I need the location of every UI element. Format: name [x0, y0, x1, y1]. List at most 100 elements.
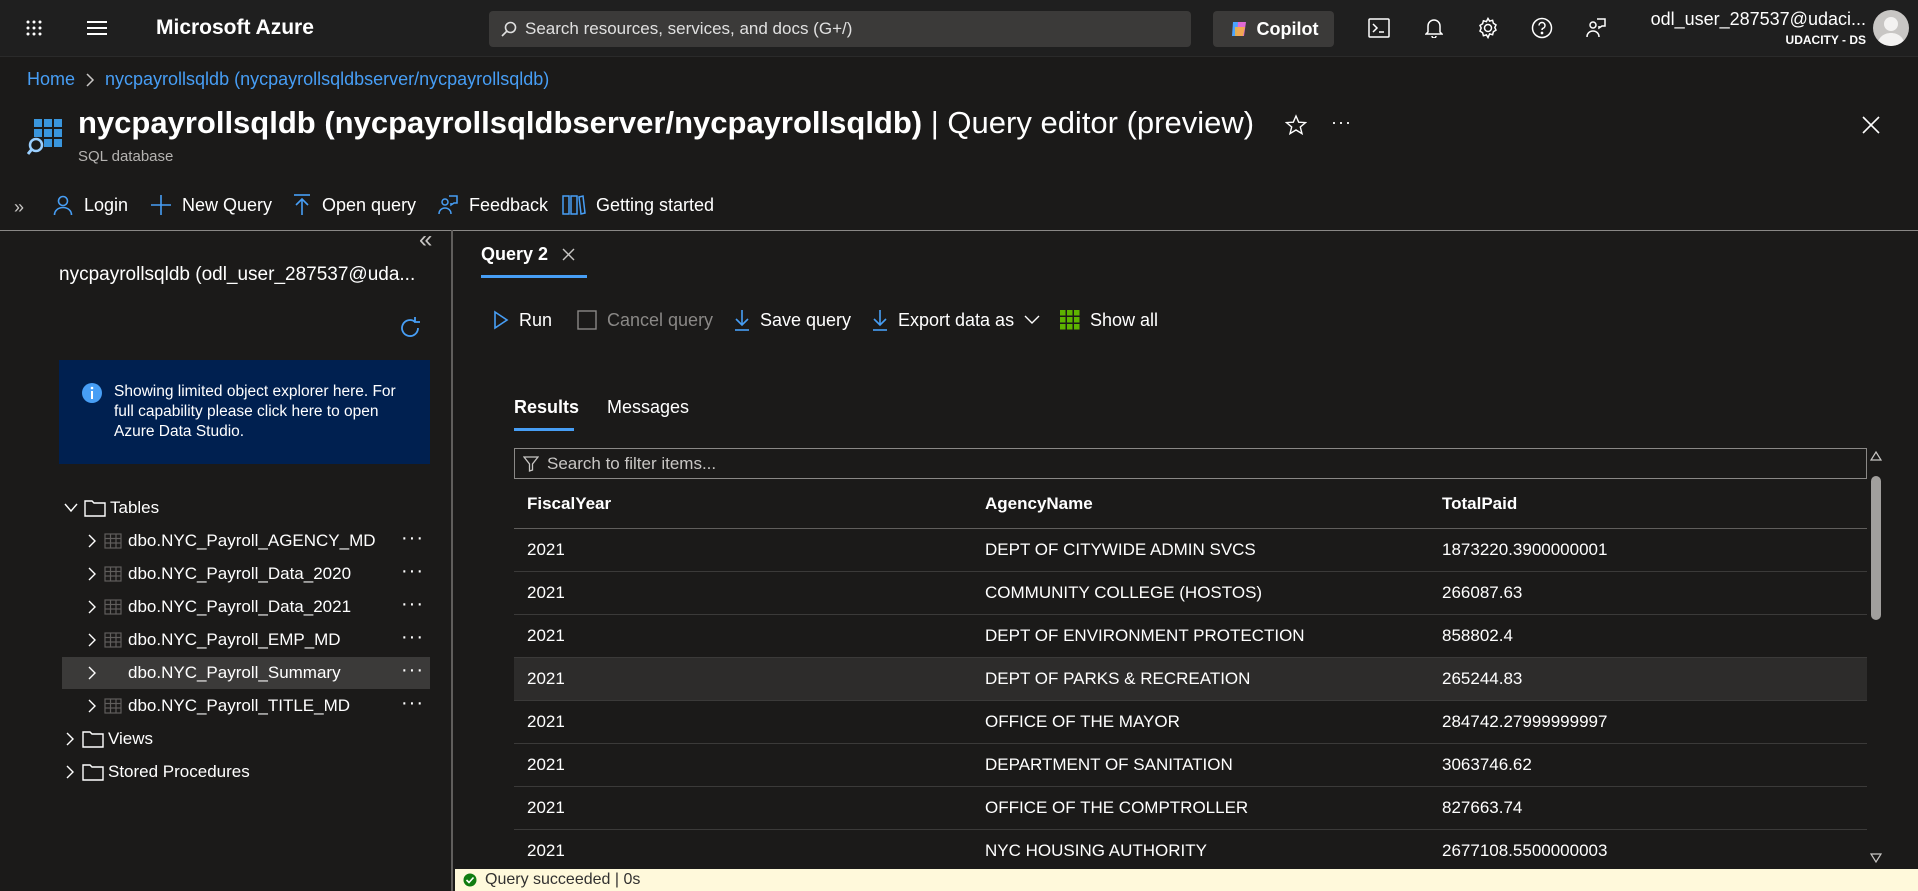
cell-total-paid: 858802.4: [1442, 626, 1513, 645]
tree-table-item[interactable]: dbo.NYC_Payroll_EMP_MD ···: [62, 624, 430, 656]
table-row[interactable]: 2021 DEPT OF ENVIRONMENT PROTECTION 8588…: [514, 615, 1867, 658]
table-row[interactable]: 2021 DEPARTMENT OF SANITATION 3063746.62: [514, 744, 1867, 787]
table-row[interactable]: 2021 COMMUNITY COLLEGE (HOSTOS) 266087.6…: [514, 572, 1867, 615]
star-icon[interactable]: [1285, 114, 1307, 136]
object-explorer: « nycpayrollsqldb (odl_user_287537@uda..…: [0, 226, 453, 891]
more-options-icon[interactable]: ···: [401, 692, 424, 715]
active-tab-indicator: [481, 275, 587, 278]
check-circle-icon: [463, 873, 477, 887]
table-row[interactable]: 2021 OFFICE OF THE COMPTROLLER 827663.74: [514, 787, 1867, 830]
cell-fiscal-year: 2021: [527, 583, 565, 602]
tree-table-item[interactable]: dbo.NYC_Payroll_AGENCY_MD ···: [62, 525, 430, 557]
info-banner[interactable]: Showing limited object explorer here. Fo…: [59, 360, 430, 464]
cell-fiscal-year: 2021: [527, 540, 565, 559]
more-options-icon[interactable]: ···: [401, 626, 424, 649]
scrollbar-thumb[interactable]: [1871, 476, 1881, 620]
results-filter-input[interactable]: Search to filter items...: [514, 448, 1867, 479]
global-search-input[interactable]: Search resources, services, and docs (G+…: [489, 11, 1191, 47]
chevron-down-icon: [1024, 315, 1040, 325]
tree-table-label: dbo.NYC_Payroll_Data_2020: [128, 564, 352, 583]
open-query-button[interactable]: Open query: [292, 194, 416, 216]
tree-folder-stored-procedures[interactable]: Stored Procedures: [62, 756, 430, 788]
chevron-down-icon: [64, 503, 78, 513]
more-options-icon[interactable]: ···: [401, 560, 424, 583]
expand-panel-icon[interactable]: »: [14, 197, 24, 218]
table-icon: [104, 599, 122, 615]
info-icon: [81, 382, 103, 404]
cancel-query-button[interactable]: Cancel query: [577, 306, 713, 334]
table-row-hovered[interactable]: 2021 DEPT OF PARKS & RECREATION 265244.8…: [514, 658, 1867, 701]
save-query-button[interactable]: Save query: [734, 306, 851, 334]
getting-started-button[interactable]: Getting started: [562, 194, 714, 216]
cell-agency-name: DEPT OF CITYWIDE ADMIN SVCS: [985, 540, 1256, 559]
stop-icon: [577, 310, 597, 330]
breadcrumb-home[interactable]: Home: [27, 69, 75, 90]
page-title-resource: nycpayrollsqldb (nycpayrollsqldbserver/n…: [78, 105, 923, 140]
cell-total-paid: 265244.83: [1442, 669, 1523, 688]
bell-icon[interactable]: [1420, 14, 1448, 42]
open-query-label: Open query: [322, 194, 417, 215]
table-row[interactable]: 2021 NYC HOUSING AUTHORITY 2677108.55000…: [514, 830, 1867, 872]
menu-icon[interactable]: [83, 14, 111, 42]
login-button[interactable]: Login: [52, 194, 128, 216]
collapse-panel-icon[interactable]: «: [419, 226, 432, 254]
close-icon[interactable]: [562, 248, 575, 261]
gear-icon[interactable]: [1474, 14, 1502, 42]
tree-table-item[interactable]: dbo.NYC_Payroll_Data_2021 ···: [62, 591, 430, 623]
cell-total-paid: 827663.74: [1442, 798, 1523, 817]
account-name[interactable]: odl_user_287537@udaci...: [1651, 9, 1866, 30]
chevron-right-icon: [88, 699, 96, 713]
table-icon: [104, 632, 122, 648]
tree-table-label: dbo.NYC_Payroll_AGENCY_MD: [128, 531, 376, 550]
breadcrumb-current[interactable]: nycpayrollsqldb (nycpayrollsqldbserver/n…: [105, 69, 549, 90]
tree-table-item[interactable]: dbo.NYC_Payroll_TITLE_MD ···: [62, 690, 430, 722]
column-header[interactable]: AgencyName: [985, 494, 1093, 514]
scroll-down-icon[interactable]: [1870, 853, 1882, 863]
tab-query-2[interactable]: Query 2: [481, 244, 575, 265]
grid-icon: [1060, 310, 1080, 330]
cell-total-paid: 1873220.3900000001: [1442, 540, 1608, 559]
more-options-icon[interactable]: ···: [401, 527, 424, 550]
refresh-icon[interactable]: [397, 315, 423, 341]
query-status-text: Query succeeded | 0s: [485, 871, 641, 888]
tab-messages[interactable]: Messages: [607, 397, 689, 418]
column-header[interactable]: TotalPaid: [1442, 494, 1517, 514]
cloud-shell-icon[interactable]: [1365, 14, 1393, 42]
tree-table-item[interactable]: dbo.NYC_Payroll_Data_2020 ···: [62, 558, 430, 590]
more-options-icon[interactable]: ···: [401, 659, 424, 682]
more-options-icon[interactable]: ···: [1331, 112, 1352, 133]
account-tenant: UDACITY - DS: [1785, 33, 1866, 47]
close-icon[interactable]: [1862, 116, 1880, 134]
copilot-button[interactable]: Copilot: [1213, 11, 1334, 47]
brand-title[interactable]: Microsoft Azure: [156, 16, 314, 40]
command-bar: » Login New Query Open query Feedback Ge…: [0, 186, 1918, 231]
new-query-button[interactable]: New Query: [150, 194, 272, 216]
feedback-icon[interactable]: [1582, 14, 1610, 42]
tree-table-label: dbo.NYC_Payroll_EMP_MD: [128, 630, 341, 649]
folder-icon: [82, 763, 104, 781]
table-row[interactable]: 2021 DEPT OF CITYWIDE ADMIN SVCS 1873220…: [514, 529, 1867, 572]
app-launcher-icon[interactable]: [20, 14, 48, 42]
run-button[interactable]: Run: [493, 306, 552, 334]
tree-folder-views[interactable]: Views: [62, 723, 430, 755]
feedback-button[interactable]: Feedback: [437, 194, 548, 216]
cell-fiscal-year: 2021: [527, 798, 565, 817]
scroll-up-icon[interactable]: [1870, 451, 1882, 461]
tree-table-item-selected[interactable]: dbo.NYC_Payroll_Summary ···: [62, 657, 430, 689]
tree-folder-label: Views: [108, 729, 154, 748]
cell-agency-name: COMMUNITY COLLEGE (HOSTOS): [985, 583, 1263, 602]
tab-results[interactable]: Results: [514, 397, 579, 418]
export-data-label: Export data as: [898, 309, 1015, 330]
feedback-label: Feedback: [469, 194, 549, 215]
results-scrollbar[interactable]: [1867, 448, 1885, 869]
help-icon[interactable]: [1528, 14, 1556, 42]
upload-icon: [292, 194, 312, 216]
column-header[interactable]: FiscalYear: [527, 494, 611, 514]
more-options-icon[interactable]: ···: [401, 593, 424, 616]
table-row[interactable]: 2021 OFFICE OF THE MAYOR 284742.27999999…: [514, 701, 1867, 744]
export-data-dropdown[interactable]: Export data as: [872, 306, 1040, 334]
tree-folder-tables[interactable]: Tables: [62, 492, 430, 524]
avatar[interactable]: [1873, 10, 1909, 46]
show-all-button[interactable]: Show all: [1060, 306, 1158, 334]
cell-total-paid: 284742.27999999997: [1442, 712, 1608, 731]
